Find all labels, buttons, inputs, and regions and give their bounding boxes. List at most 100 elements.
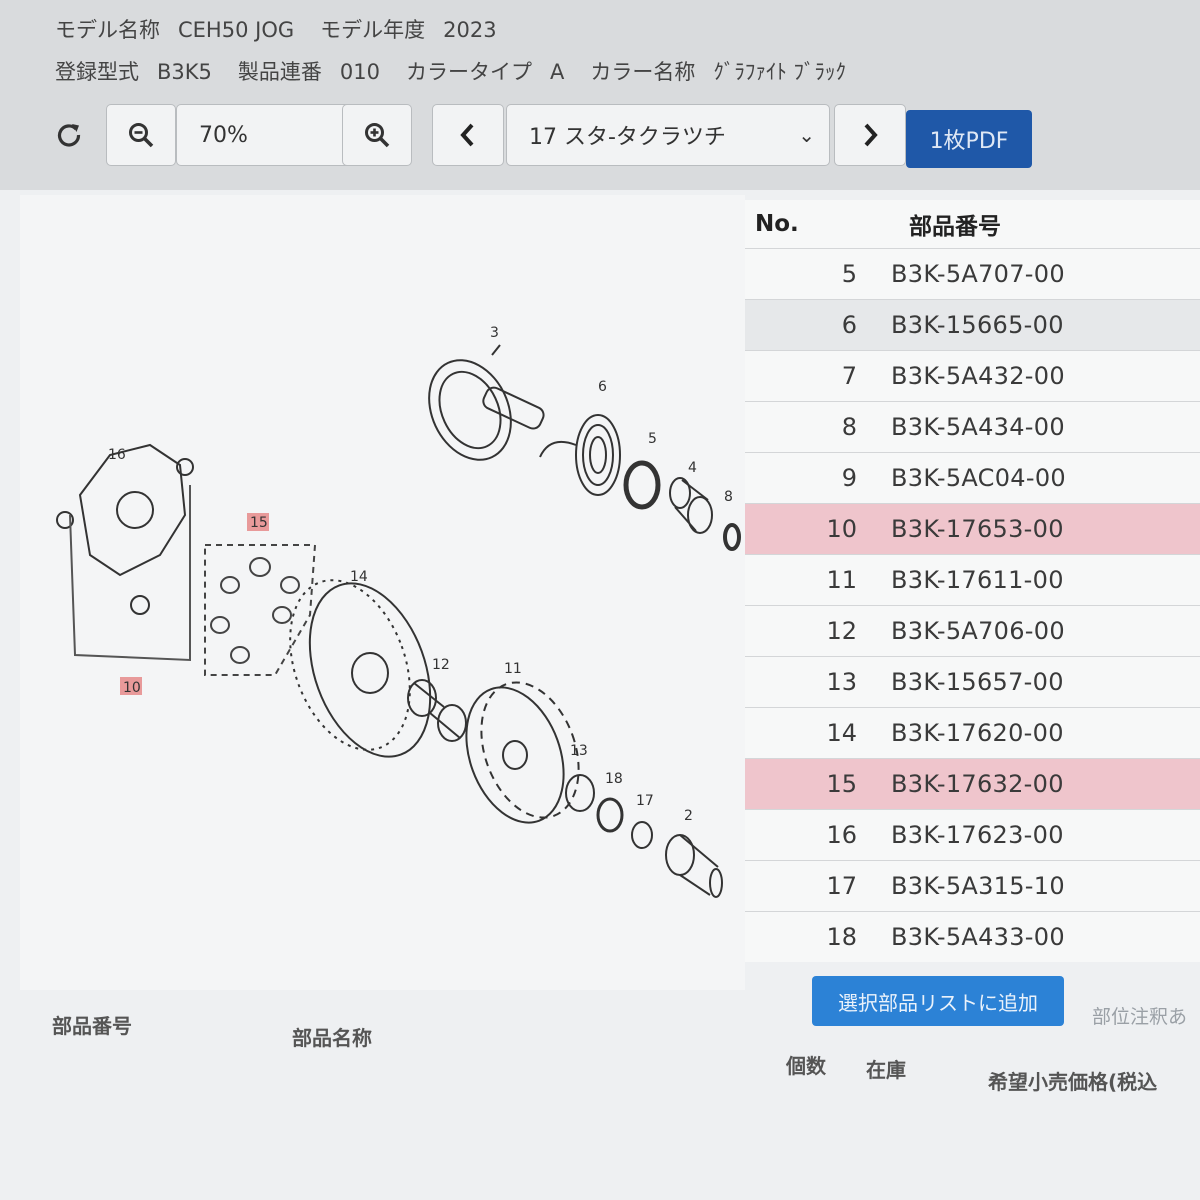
next-section-button[interactable] <box>834 104 906 166</box>
callout-5[interactable]: 5 <box>648 431 657 447</box>
serial-label: 製品連番 <box>237 60 322 84</box>
section-name: 17 スタ-タクラツチ <box>529 125 726 150</box>
model-year: 2023 <box>443 18 497 42</box>
collar-12-drawing <box>407 679 467 742</box>
color-type: A <box>550 60 565 84</box>
row-no: 5 <box>841 260 857 288</box>
table-row[interactable]: 7 B3K-5A432-00 <box>745 350 1200 401</box>
callout-18[interactable]: 18 <box>605 771 623 787</box>
row-no: 8 <box>841 413 857 441</box>
spring-drawing <box>539 414 621 496</box>
row-part-number: B3K-5A707-00 <box>891 260 1065 288</box>
model-name-label: モデル名称 <box>55 18 160 42</box>
model-info-row: モデル名称 CEH50 JOG モデル年度 2023 <box>55 14 1200 46</box>
row-part-number: B3K-17632-00 <box>891 770 1064 798</box>
refresh-button[interactable] <box>40 104 98 166</box>
chevron-down-icon: ⌄ <box>798 123 815 147</box>
part-note-link[interactable]: 部位注釈あ <box>1092 1002 1187 1029</box>
cam-plate-drawing <box>56 443 194 662</box>
row-no: 14 <box>826 719 857 747</box>
serial: 010 <box>339 60 380 84</box>
col-price: 希望小売価格(税込 <box>988 1070 1158 1094</box>
row-no: 16 <box>826 821 857 849</box>
callout-2[interactable]: 2 <box>684 808 693 824</box>
callout-16[interactable]: 16 <box>108 447 126 463</box>
row-part-number: B3K-5AC04-00 <box>891 464 1066 492</box>
table-row[interactable]: 17 B3K-5A315-10 <box>745 860 1200 911</box>
row-part-number: B3K-15657-00 <box>891 668 1064 696</box>
color-name: ｸﾞﾗﾌｧｲﾄ ﾌﾞﾗｯｸ <box>713 60 847 84</box>
zoom-level: 70% <box>199 122 248 148</box>
callout-6[interactable]: 6 <box>598 379 607 395</box>
row-no: 9 <box>841 464 857 492</box>
table-row[interactable]: 18 B3K-5A433-00 <box>745 911 1200 962</box>
kick-gear-drawing <box>428 344 545 461</box>
header-panel: モデル名称 CEH50 JOG モデル年度 2023 登録型式 B3K5 製品連… <box>0 0 1200 190</box>
callout-15[interactable]: 15 <box>250 515 268 531</box>
row-part-number: B3K-5A433-00 <box>891 923 1065 951</box>
color-type-label: カラータイプ <box>406 60 532 84</box>
parts-table-header: No. 部品番号 <box>745 200 1200 248</box>
model-name: CEH50 JOG <box>178 18 295 42</box>
reg-type-label: 登録型式 <box>55 60 139 84</box>
zoom-out-icon <box>129 123 154 148</box>
table-row[interactable]: 8 B3K-5A434-00 <box>745 401 1200 452</box>
row-part-number: B3K-5A315-10 <box>891 872 1065 900</box>
callout-12[interactable]: 12 <box>432 657 450 673</box>
row-no: 6 <box>841 311 857 339</box>
row-no: 7 <box>841 362 857 390</box>
table-row[interactable]: 11 B3K-17611-00 <box>745 554 1200 605</box>
col-stock: 在庫 <box>866 1058 906 1082</box>
row-part-number: B3K-17623-00 <box>891 821 1064 849</box>
table-row[interactable]: 5 B3K-5A707-00 <box>745 248 1200 299</box>
header-no: No. <box>755 211 799 237</box>
section-select[interactable]: 17 スタ-タクラツチ ⌄ <box>506 104 830 166</box>
nut-drawing <box>565 774 595 812</box>
row-part-number: B3K-17620-00 <box>891 719 1064 747</box>
registration-info-row: 登録型式 B3K5 製品連番 010 カラータイプ A カラー名称 ｸﾞﾗﾌｧｲ… <box>55 56 1200 88</box>
table-row[interactable]: 9 B3K-5AC04-00 <box>745 452 1200 503</box>
refresh-icon <box>57 124 81 147</box>
part-17-drawing <box>631 821 653 849</box>
callout-13[interactable]: 13 <box>570 743 588 759</box>
chevron-right-icon <box>864 123 878 147</box>
row-part-number: B3K-17611-00 <box>891 566 1064 594</box>
row-no: 10 <box>826 515 857 543</box>
parts-table: No. 部品番号 5 B3K-5A707-00 6 B3K-15665-00 7 B3K-… <box>745 200 1200 962</box>
table-row[interactable]: 13 B3K-15657-00 <box>745 656 1200 707</box>
row-part-number: B3K-5A434-00 <box>891 413 1065 441</box>
callout-4[interactable]: 4 <box>688 460 697 476</box>
reg-type: B3K5 <box>157 60 212 84</box>
table-row[interactable]: 10 B3K-17653-00 <box>745 503 1200 554</box>
table-row[interactable]: 12 B3K-5A706-00 <box>745 605 1200 656</box>
row-no: 13 <box>826 668 857 696</box>
color-name-label: カラー名称 <box>590 60 696 84</box>
callout-14[interactable]: 14 <box>350 569 368 585</box>
zoom-out-button[interactable] <box>106 104 176 166</box>
callout-8[interactable]: 8 <box>724 489 733 505</box>
callout-3[interactable]: 3 <box>490 325 499 341</box>
parts-diagram: 3 6 5 4 8 16 15 14 12 11 10 13 18 17 2 <box>20 195 745 990</box>
col-qty: 個数 <box>786 1054 826 1078</box>
row-no: 17 <box>826 872 857 900</box>
add-to-list-button[interactable]: 選択部品リストに追加 <box>812 976 1064 1026</box>
primary-sheave-drawing <box>289 579 432 758</box>
roller-weight-drawing <box>204 544 317 676</box>
row-part-number: B3K-17653-00 <box>891 515 1064 543</box>
chevron-left-icon <box>460 123 474 147</box>
pdf-button[interactable]: 1枚PDF <box>906 110 1032 168</box>
col-part-number: 部品番号 <box>52 1014 132 1038</box>
collar-drawing <box>669 477 713 534</box>
table-row[interactable]: 6 B3K-15665-00 <box>745 299 1200 350</box>
shaft-drawing <box>665 834 723 898</box>
table-row[interactable]: 15 B3K-17632-00 <box>745 758 1200 809</box>
prev-section-button[interactable] <box>432 104 504 166</box>
table-row[interactable]: 14 B3K-17620-00 <box>745 707 1200 758</box>
callout-11[interactable]: 11 <box>504 661 522 677</box>
zoom-in-button[interactable] <box>342 104 412 166</box>
callout-10[interactable]: 10 <box>123 680 141 696</box>
row-no: 15 <box>826 770 857 798</box>
table-row[interactable]: 16 B3K-17623-00 <box>745 809 1200 860</box>
row-no: 11 <box>826 566 857 594</box>
callout-17[interactable]: 17 <box>636 793 654 809</box>
